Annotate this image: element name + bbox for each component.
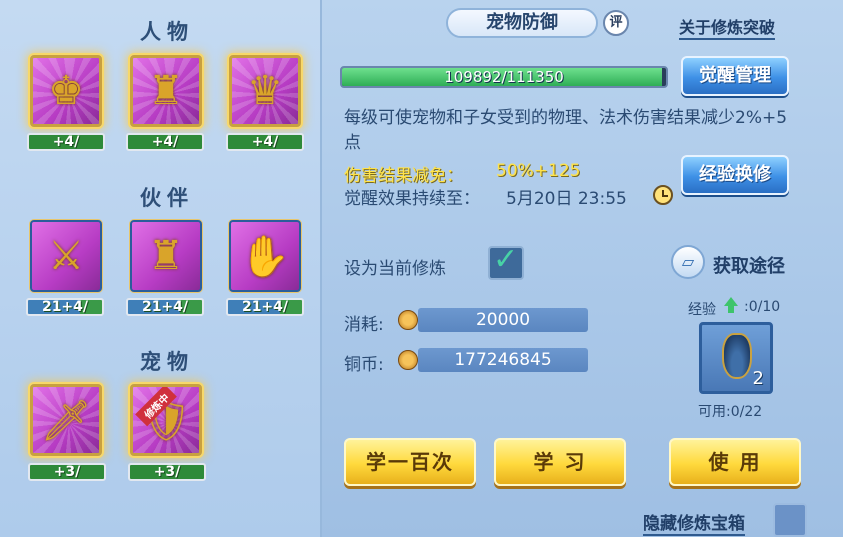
copper-coin-icon bbox=[398, 350, 418, 370]
partner-slot-3[interactable]: ✋ bbox=[229, 220, 301, 292]
exp-progress-bar: 109892/111350 bbox=[340, 66, 668, 88]
page-title: 宠物防御 bbox=[446, 8, 598, 38]
hide-chest-label: 隐藏修炼宝箱 bbox=[643, 509, 745, 536]
clock-icon bbox=[653, 185, 673, 205]
treasure-vase-slot[interactable]: 2 bbox=[699, 322, 773, 394]
pet-slot-1[interactable]: 🗡 bbox=[30, 384, 102, 456]
item-count: 2 bbox=[752, 368, 764, 389]
check-icon: ✓ bbox=[493, 242, 519, 277]
sword-tiger-icon: ⚔ bbox=[48, 233, 84, 279]
pet-level-1: +3/ bbox=[28, 463, 106, 481]
character-slot-3[interactable]: ♛ bbox=[229, 55, 301, 127]
armor-icon: ♜ bbox=[148, 68, 184, 114]
copper-value: 177246845 bbox=[418, 348, 588, 372]
character-slot-1[interactable]: ♚ bbox=[30, 55, 102, 127]
cultivation-list: 人物 ♚ +4/ ♜ +4/ ♛ +4/ 伙伴 ⚔ 21+4/ ♜ 21+4/ … bbox=[0, 0, 322, 537]
cultivation-panel: 人物 ♚ +4/ ♜ +4/ ♛ +4/ 伙伴 ⚔ 21+4/ ♜ 21+4/ … bbox=[0, 0, 843, 537]
book-icon[interactable]: ▱ bbox=[671, 245, 705, 279]
section-title-pet: 宠物 bbox=[140, 350, 194, 374]
copper-label: 铜币: bbox=[344, 355, 384, 375]
breakthrough-link[interactable]: 关于修炼突破 bbox=[679, 14, 776, 40]
coin-icon bbox=[398, 310, 418, 330]
character-level-1: +4/ bbox=[27, 133, 105, 151]
learn-100-button[interactable]: 学一百次 bbox=[344, 438, 476, 486]
rate-icon[interactable]: 评 bbox=[603, 10, 629, 36]
partner-slot-2[interactable]: ♜ bbox=[130, 220, 202, 292]
partner-level-1: 21+4/ bbox=[26, 298, 104, 316]
set-current-label: 设为当前修炼 bbox=[344, 259, 446, 279]
guardian-icon: ♛ bbox=[247, 68, 283, 114]
warrior-icon: ♚ bbox=[48, 68, 84, 114]
section-title-character: 人物 bbox=[140, 20, 194, 44]
damage-reduction-label: 伤害结果减免： bbox=[344, 166, 463, 186]
partner-slot-1[interactable]: ⚔ bbox=[30, 220, 102, 292]
cost-label: 消耗: bbox=[344, 315, 384, 335]
awaken-manage-button[interactable]: 觉醒管理 bbox=[681, 56, 789, 96]
hide-chest-toggle[interactable] bbox=[773, 503, 807, 537]
section-title-partner: 伙伴 bbox=[140, 186, 194, 210]
awaken-expire-label: 觉醒效果持续至： bbox=[344, 189, 480, 209]
pet-slot-2[interactable]: 🛡 修炼中 bbox=[130, 384, 202, 456]
gauntlet-tiger-icon: ✋ bbox=[240, 233, 290, 280]
effect-description: 每级可使宠物和子女受到的物理、法术伤害结果减少2%+5点 bbox=[344, 108, 788, 153]
sword-cat-icon: 🗡 bbox=[40, 397, 92, 444]
damage-reduction-value: 50%+125 bbox=[496, 161, 581, 181]
character-level-3: +4/ bbox=[226, 133, 304, 151]
exp-progress-text: 109892/111350 bbox=[444, 68, 564, 86]
set-current-checkbox[interactable]: ✓ bbox=[488, 242, 524, 280]
exp-exchange-button[interactable]: 经验换修 bbox=[681, 155, 789, 195]
item-exp-label: 经验 bbox=[688, 302, 716, 318]
character-slot-2[interactable]: ♜ bbox=[130, 55, 202, 127]
cost-value: 20000 bbox=[418, 308, 588, 332]
vase-icon bbox=[722, 333, 752, 379]
armor-tiger-icon: ♜ bbox=[148, 233, 184, 279]
get-source-link[interactable]: 获取途径 bbox=[713, 252, 785, 278]
partner-level-2: 21+4/ bbox=[126, 298, 204, 316]
awaken-expire-value: 5月20日 23:55 bbox=[506, 189, 627, 209]
character-level-2: +4/ bbox=[126, 133, 204, 151]
partner-level-3: 21+4/ bbox=[226, 298, 304, 316]
item-available: 可用:0/22 bbox=[698, 404, 763, 420]
item-exp-value: :0/10 bbox=[744, 299, 781, 315]
use-button[interactable]: 使 用 bbox=[669, 438, 801, 486]
pet-level-2: +3/ bbox=[128, 463, 206, 481]
learn-button[interactable]: 学 习 bbox=[494, 438, 626, 486]
